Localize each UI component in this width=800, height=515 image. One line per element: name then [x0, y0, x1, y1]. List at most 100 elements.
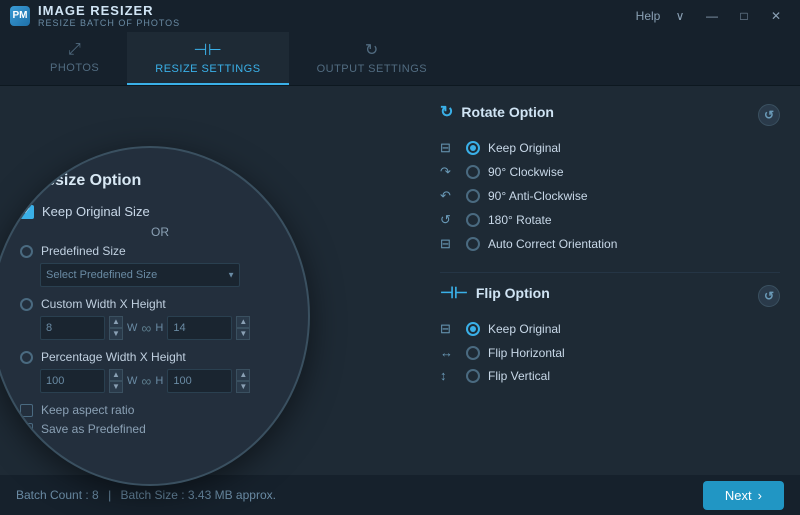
statusbar-separator: | [108, 488, 111, 502]
bottom-checks: Keep aspect ratio Save as Predefined [20, 403, 280, 436]
help-button[interactable]: Help [634, 5, 662, 27]
custom-height-input[interactable] [167, 316, 232, 340]
next-button-label: Next [725, 488, 752, 503]
rotate-keep-original[interactable]: ⊟ Keep Original [440, 136, 780, 160]
flip-reset-button[interactable]: ↺ [758, 285, 780, 307]
rotate-option-title: ↻ Rotate Option ↺ [440, 102, 780, 122]
rotate-90ccw[interactable]: ↶ 90° Anti-Clockwise [440, 184, 780, 208]
flip-keep-radio[interactable] [466, 322, 480, 336]
rotate-auto-label: Auto Correct Orientation [488, 237, 617, 251]
save-as-predefined-row[interactable]: Save as Predefined [20, 422, 280, 436]
photos-tab-icon: ⤢ [68, 41, 81, 59]
close-button[interactable]: ✕ [762, 5, 790, 27]
tab-photos[interactable]: ⤢ PHOTOS [10, 32, 127, 85]
app-name: IMAGE RESIZER [38, 3, 180, 19]
flip-title-label: Flip Option [476, 285, 550, 301]
flip-horizontal-icon: ↔ [440, 345, 458, 360]
flip-vertical[interactable]: ↕ Flip Vertical [440, 364, 780, 387]
titlebar-controls: Help ∨ — □ ✕ [634, 5, 790, 27]
rotate-auto-icon: ⊟ [440, 236, 458, 252]
percentage-h-label: H [155, 375, 163, 387]
custom-wh-radio[interactable] [20, 298, 33, 311]
custom-height-spinner[interactable]: ▲ ▼ [236, 316, 250, 340]
right-panel: ↻ Rotate Option ↺ ⊟ Keep Original ↷ 90° … [420, 86, 800, 479]
keep-aspect-ratio-checkbox[interactable] [20, 404, 33, 417]
titlebar-dropdown[interactable]: ∨ [666, 5, 694, 27]
custom-wh-option[interactable]: Custom Width X Height [20, 297, 280, 311]
percentage-height-up[interactable]: ▲ [236, 369, 250, 381]
flip-vertical-radio[interactable] [466, 369, 480, 383]
custom-width-down[interactable]: ▼ [109, 328, 123, 340]
percentage-height-input[interactable] [167, 369, 232, 393]
tab-output-settings[interactable]: ↻ OUTPUT SETTINGS [289, 32, 456, 85]
minimize-button[interactable]: — [698, 5, 726, 27]
keep-aspect-ratio-row[interactable]: Keep aspect ratio [20, 403, 280, 417]
percentage-wh-option[interactable]: Percentage Width X Height [20, 350, 280, 364]
custom-width-input[interactable] [40, 316, 105, 340]
percentage-width-input[interactable] [40, 369, 105, 393]
custom-width-up[interactable]: ▲ [109, 316, 123, 328]
rotate-reset-button[interactable]: ↺ [758, 104, 780, 126]
rotate-180-radio[interactable] [466, 213, 480, 227]
tab-resize-settings[interactable]: ⊣⊢ RESIZE SETTINGS [127, 32, 288, 85]
tab-bar: ⤢ PHOTOS ⊣⊢ RESIZE SETTINGS ↻ OUTPUT SET… [0, 32, 800, 86]
tab-output-label: OUTPUT SETTINGS [317, 63, 428, 75]
predefined-size-option[interactable]: Predefined Size [20, 244, 280, 258]
percentage-width-spinner[interactable]: ▲ ▼ [109, 369, 123, 393]
custom-w-label: W [127, 322, 137, 334]
flip-option-section: ⊣⊢ Flip Option ↺ ⊟ Keep Original ↔ Flip … [440, 283, 780, 387]
rotate-90ccw-radio[interactable] [466, 189, 480, 203]
main-content: ◂ Resize Option ✓ Keep Original Size OR … [0, 86, 800, 479]
keep-original-checkbox[interactable]: ✓ Keep Original Size [20, 204, 280, 219]
save-as-predefined-checkbox[interactable] [20, 423, 33, 436]
rotate-auto-radio[interactable] [466, 237, 480, 251]
batch-size: Batch Size : 3.43 MB approx. [121, 488, 276, 502]
percentage-wh-label: Percentage Width X Height [41, 350, 186, 364]
link-icon: ∞ [141, 320, 151, 336]
rotate-180[interactable]: ↺ 180° Rotate [440, 208, 780, 232]
rotate-keep-icon: ⊟ [440, 140, 458, 156]
rotate-keep-radio[interactable] [466, 141, 480, 155]
percentage-width-down[interactable]: ▼ [109, 381, 123, 393]
flip-horizontal-radio[interactable] [466, 346, 480, 360]
percentage-width-up[interactable]: ▲ [109, 369, 123, 381]
output-tab-icon: ↻ [365, 40, 379, 60]
resize-option-panel: ◂ Resize Option ✓ Keep Original Size OR … [0, 146, 310, 486]
flip-vertical-label: Flip Vertical [488, 369, 550, 383]
flip-keep-original[interactable]: ⊟ Keep Original [440, 317, 780, 341]
maximize-button[interactable]: □ [730, 5, 758, 27]
resize-option-title: ◂ Resize Option [20, 172, 280, 190]
keep-original-check-icon: ✓ [20, 205, 34, 219]
app-icon: PM [10, 6, 30, 26]
percentage-link-icon: ∞ [141, 373, 151, 389]
predefined-radio[interactable] [20, 245, 33, 258]
percentage-height-down[interactable]: ▼ [236, 381, 250, 393]
predefined-size-select[interactable]: Select Predefined Size [40, 263, 240, 287]
rotate-90cw-radio[interactable] [466, 165, 480, 179]
next-button[interactable]: Next › [703, 481, 784, 510]
batch-count: Batch Count : 8 [16, 488, 99, 502]
custom-width-spinner[interactable]: ▲ ▼ [109, 316, 123, 340]
statusbar-info: Batch Count : 8 | Batch Size : 3.43 MB a… [16, 488, 276, 502]
app-title-block: IMAGE RESIZER RESIZE BATCH OF PHOTOS [38, 3, 180, 29]
flip-horizontal[interactable]: ↔ Flip Horizontal [440, 341, 780, 364]
rotate-90ccw-icon: ↶ [440, 188, 458, 204]
section-divider [440, 272, 780, 273]
custom-height-down[interactable]: ▼ [236, 328, 250, 340]
flip-option-title: ⊣⊢ Flip Option ↺ [440, 283, 780, 303]
custom-height-up[interactable]: ▲ [236, 316, 250, 328]
flip-keep-label: Keep Original [488, 322, 561, 336]
flip-icon: ⊣⊢ [440, 283, 468, 303]
tab-photos-label: PHOTOS [50, 62, 99, 74]
save-as-predefined-label: Save as Predefined [41, 422, 146, 436]
rotate-90cw[interactable]: ↷ 90° Clockwise [440, 160, 780, 184]
rotate-90ccw-label: 90° Anti-Clockwise [488, 189, 588, 203]
flip-keep-icon: ⊟ [440, 321, 458, 337]
rotate-keep-label: Keep Original [488, 141, 561, 155]
percentage-height-spinner[interactable]: ▲ ▼ [236, 369, 250, 393]
or-label: OR [20, 225, 280, 239]
resize-tab-icon: ⊣⊢ [193, 40, 222, 60]
percentage-wh-radio[interactable] [20, 351, 33, 364]
percentage-wh-inputs: ▲ ▼ W ∞ H ▲ ▼ [40, 369, 280, 393]
rotate-auto[interactable]: ⊟ Auto Correct Orientation [440, 232, 780, 256]
